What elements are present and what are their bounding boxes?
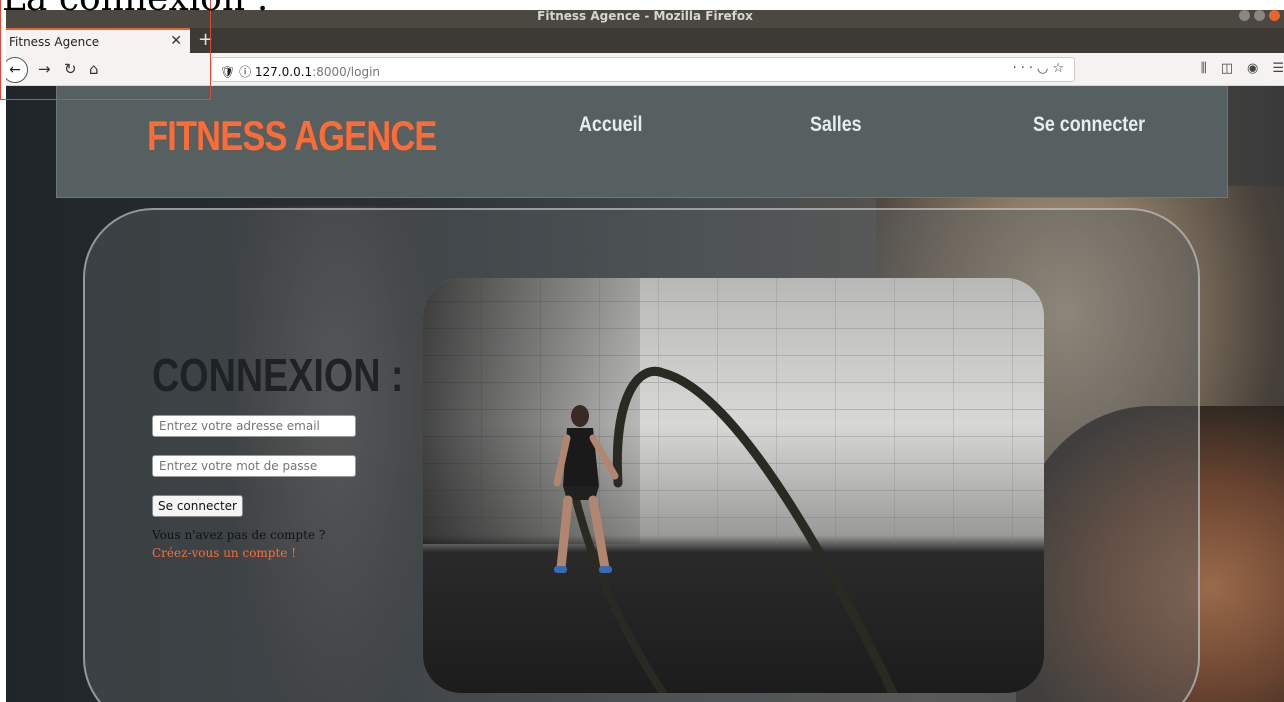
- toolbar-right: ⫼ ◫ ◉ ☰: [1201, 61, 1284, 76]
- forward-icon[interactable]: →: [38, 60, 51, 78]
- url-bar-actions: ···◡☆: [1013, 61, 1068, 76]
- close-window-button[interactable]: [1269, 10, 1280, 21]
- password-field[interactable]: [152, 455, 356, 477]
- battle-rope-photo: [423, 278, 1044, 693]
- window-controls: [1239, 10, 1280, 21]
- window-title: Fitness Agence - Mozilla Firefox: [537, 10, 753, 23]
- document-heading: La connexion :: [2, 0, 269, 19]
- no-account-text: Vous n'avez pas de compte ?: [152, 528, 326, 542]
- nav-link-accueil[interactable]: Accueil: [579, 113, 642, 137]
- shield-icon[interactable]: 🛡: [220, 65, 235, 79]
- bookmark-star-icon[interactable]: ☆: [1052, 61, 1068, 76]
- page-actions-icon[interactable]: ···: [1013, 61, 1037, 76]
- account-icon[interactable]: ◉: [1247, 61, 1258, 76]
- menu-icon[interactable]: ☰: [1272, 61, 1284, 76]
- login-button[interactable]: Se connecter: [152, 495, 243, 517]
- close-tab-icon[interactable]: ✕: [170, 33, 182, 49]
- site-logo[interactable]: FITNESS AGENCE: [147, 112, 437, 160]
- tab-strip: Fitness Agence ✕ +: [6, 28, 1284, 53]
- sidebar-icon[interactable]: ◫: [1221, 61, 1233, 76]
- rope-athlete-graphic: [553, 366, 898, 693]
- browser-window: Fitness Agence - Mozilla Firefox Fitness…: [6, 10, 1284, 702]
- pocket-icon[interactable]: ◡: [1037, 61, 1052, 76]
- home-icon[interactable]: ⌂: [89, 60, 99, 78]
- new-tab-icon[interactable]: +: [198, 29, 213, 50]
- login-title: CONNEXION :: [152, 349, 404, 401]
- maximize-button[interactable]: [1254, 10, 1265, 21]
- url-host: 127.0.0.1: [254, 65, 313, 79]
- tab-title: Fitness Agence: [9, 35, 100, 49]
- site-header: FITNESS AGENCE Accueil Salles Se connect…: [56, 86, 1228, 198]
- tab-fitness-agence[interactable]: Fitness Agence ✕: [6, 28, 190, 53]
- email-field[interactable]: [152, 415, 356, 437]
- nav-link-se-connecter[interactable]: Se connecter: [1033, 113, 1145, 137]
- reload-icon[interactable]: ↻: [64, 60, 77, 78]
- back-icon[interactable]: ←: [6, 57, 28, 83]
- info-icon[interactable]: ⓘ: [239, 65, 251, 79]
- page-viewport: FITNESS AGENCE Accueil Salles Se connect…: [6, 86, 1284, 702]
- url-path: :8000/login: [312, 65, 381, 79]
- nav-link-salles[interactable]: Salles: [810, 113, 862, 137]
- url-bar[interactable]: 🛡 ⓘ 127.0.0.1:8000/login ···◡☆: [211, 57, 1075, 82]
- navigation-toolbar: ← → ↻ ⌂ 🛡 ⓘ 127.0.0.1:8000/login ···◡☆ ⫼…: [6, 53, 1284, 86]
- library-icon[interactable]: ⫼: [1201, 61, 1207, 76]
- minimize-button[interactable]: [1239, 10, 1250, 21]
- create-account-link[interactable]: Créez-vous un compte !: [152, 546, 296, 560]
